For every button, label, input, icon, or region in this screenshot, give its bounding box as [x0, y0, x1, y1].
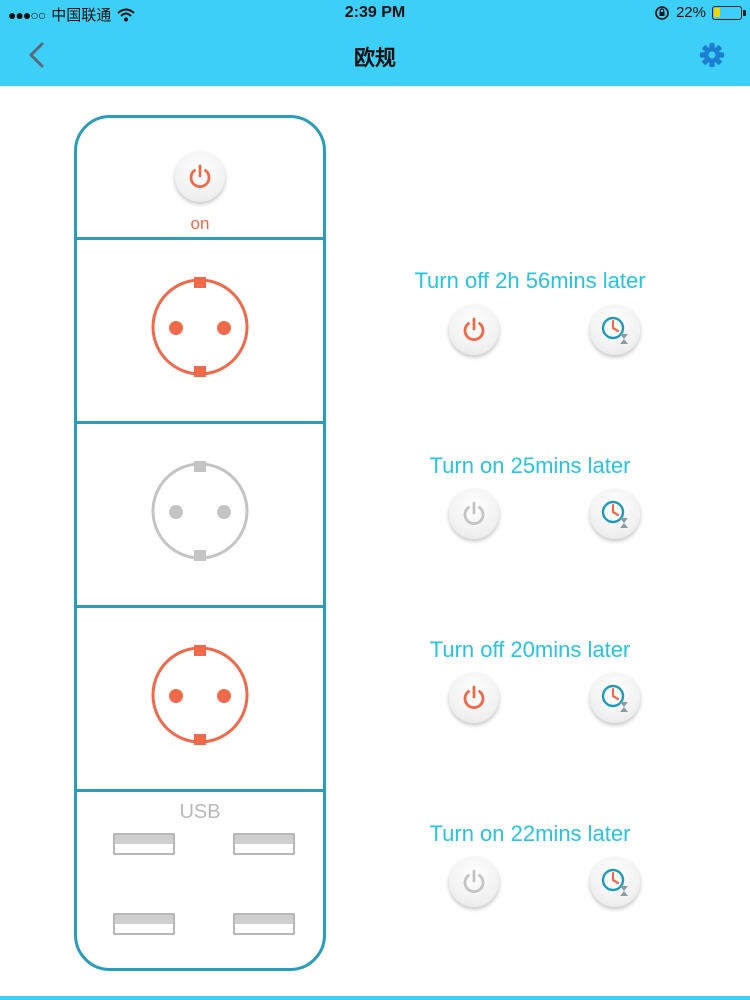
- strip-divider: [77, 421, 323, 424]
- gear-icon: [700, 43, 724, 67]
- outlet-1-power-button[interactable]: [449, 305, 499, 355]
- battery-icon: [712, 5, 746, 20]
- outlet-1-status: Turn off 2h 56mins later: [414, 268, 646, 293]
- timer-clock-icon: [601, 500, 628, 528]
- power-icon: [189, 164, 211, 189]
- outlet-2-socket[interactable]: [149, 458, 251, 564]
- strip-divider: [77, 237, 323, 240]
- power-strip: on USB: [74, 115, 326, 971]
- timer-clock-icon: [601, 316, 628, 344]
- usb-port: [233, 913, 295, 935]
- timer-clock-icon: [601, 868, 628, 896]
- usb-label: USB: [179, 801, 221, 823]
- outlet-4-status: Turn on 22mins later: [429, 821, 631, 846]
- power-icon: [463, 317, 485, 342]
- settings-button[interactable]: [698, 40, 726, 70]
- strip-divider: [77, 605, 323, 608]
- strip-divider: [77, 789, 323, 792]
- bottom-accent-line: [0, 996, 750, 1000]
- timer-clock-icon: [601, 684, 628, 712]
- rotation-lock-icon: [655, 5, 669, 20]
- power-icon: [463, 685, 485, 710]
- usb-port: [233, 833, 295, 855]
- outlet-4-power-button[interactable]: [449, 857, 499, 907]
- outlet-1-socket[interactable]: [149, 274, 251, 380]
- usb-port: [113, 833, 175, 855]
- outlet-2-status: Turn on 25mins later: [429, 453, 631, 478]
- outlet-3-status: Turn off 20mins later: [429, 637, 631, 662]
- outlet-2-power-button[interactable]: [449, 489, 499, 539]
- status-right: 22%: [654, 4, 746, 21]
- power-icon: [463, 501, 485, 526]
- status-time: 2:39 PM: [344, 4, 406, 21]
- top-header: ●●●○○ 中国联通 2:39 PM 22% 欧规: [0, 0, 750, 86]
- usb-port: [113, 913, 175, 935]
- battery-fill: [714, 7, 720, 17]
- master-status-label: on: [190, 214, 210, 233]
- power-icon: [463, 869, 485, 894]
- battery-percent: 22%: [675, 4, 706, 21]
- outlet-4-timer-button[interactable]: [590, 857, 640, 907]
- outlet-3-socket[interactable]: [149, 642, 251, 748]
- outlet-1-timer-button[interactable]: [590, 305, 640, 355]
- page-title: 欧规: [354, 47, 396, 70]
- outlet-2-timer-button[interactable]: [590, 489, 640, 539]
- outlet-3-power-button[interactable]: [449, 673, 499, 723]
- master-power-button[interactable]: [175, 152, 225, 202]
- outlet-3-timer-button[interactable]: [590, 673, 640, 723]
- status-bar: ●●●○○ 中国联通 2:39 PM 22%: [0, 0, 750, 30]
